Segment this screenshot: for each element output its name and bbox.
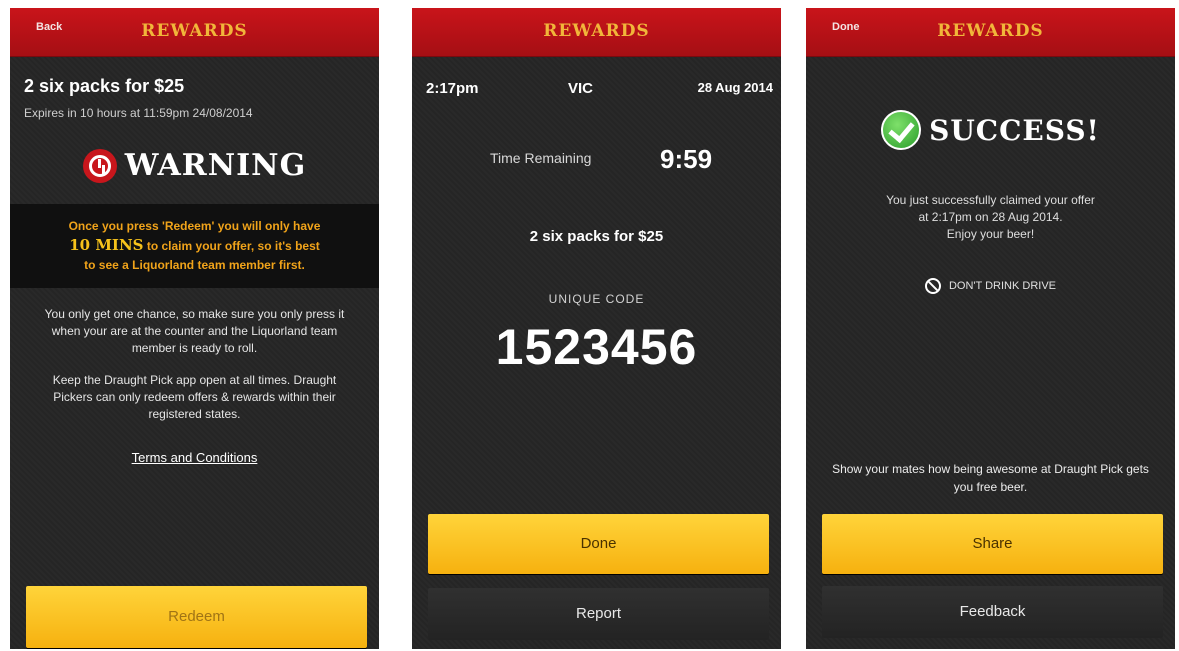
success-heading: SUCCESS!	[806, 110, 1175, 150]
warning-line-1: Once you press 'Redeem' you will only ha…	[68, 219, 321, 233]
clock-icon	[82, 148, 117, 183]
page-title: REWARDS	[543, 21, 650, 41]
top-bar: REWARDS	[412, 8, 781, 57]
share-prompt: Show your mates how being awesome at Dra…	[832, 462, 1149, 494]
warning-line-2-text: to claim your offer, so it's best	[146, 239, 320, 254]
redeem-success-screen: Done REWARDS SUCCESS! You just successfu…	[806, 8, 1175, 649]
current-time: 2:17pm	[426, 80, 479, 97]
page-title: REWARDS	[937, 21, 1044, 41]
warning-heading: WARNING	[10, 148, 379, 183]
warning-mins: 10 MINS	[69, 236, 144, 255]
offer-expiry: Expires in 10 hours at 11:59pm 24/08/201…	[24, 106, 253, 120]
warning-box: Once you press 'Redeem' you will only ha…	[10, 204, 379, 288]
share-button[interactable]: Share	[822, 514, 1163, 574]
check-icon	[881, 110, 922, 150]
redeem-warning-screen: Back REWARDS 2 six packs for $25 Expires…	[10, 8, 379, 649]
warning-line-2: 10 MINS to claim your offer, so it's bes…	[28, 235, 361, 257]
terms-link[interactable]: Terms and Conditions	[132, 450, 258, 465]
unique-code-label: UNIQUE CODE	[548, 292, 645, 306]
report-button[interactable]: Report	[428, 588, 769, 640]
success-message-line-2: at 2:17pm on 28 Aug 2014.	[918, 209, 1063, 224]
success-message-line-3: Enjoy your beer!	[946, 226, 1035, 241]
success-title: SUCCESS!	[929, 113, 1100, 147]
warning-title: WARNING	[124, 148, 307, 183]
success-message: You just successfully claimed your offer…	[836, 192, 1145, 242]
terms-row: Terms and Conditions	[10, 450, 379, 465]
time-remaining-value: 9:59	[660, 144, 713, 174]
feedback-button[interactable]: Feedback	[822, 586, 1163, 638]
instructions-paragraph-2: Keep the Draught Pick app open at all ti…	[52, 373, 337, 421]
redeem-code-screen: REWARDS 2:17pm VIC 28 Aug 2014 Time Rema…	[412, 8, 781, 649]
top-bar: Back REWARDS	[10, 8, 379, 57]
time-remaining-label: Time Remaining	[490, 150, 592, 166]
top-bar: Done REWARDS	[806, 8, 1175, 57]
current-date: 28 Aug 2014	[697, 80, 773, 95]
offer-title: 2 six packs for $25	[529, 228, 664, 245]
drink-drive-notice: DON'T DRINK DRIVE	[806, 278, 1175, 294]
page-title: REWARDS	[141, 21, 248, 41]
success-message-line-1: You just successfully claimed your offer	[886, 193, 1095, 207]
state: VIC	[568, 80, 594, 97]
offer-title: 2 six packs for $25	[24, 76, 185, 96]
warning-line-3: to see a Liquorland team member first.	[84, 258, 305, 273]
instructions-paragraph-1: You only get one chance, so make sure yo…	[44, 307, 345, 355]
unique-code-value: 1523456	[495, 319, 698, 375]
notice-text: DON'T DRINK DRIVE	[948, 279, 1057, 292]
done-button[interactable]: Done	[428, 514, 769, 574]
prohibited-icon	[924, 278, 941, 294]
redeem-button[interactable]: Redeem	[26, 586, 367, 648]
